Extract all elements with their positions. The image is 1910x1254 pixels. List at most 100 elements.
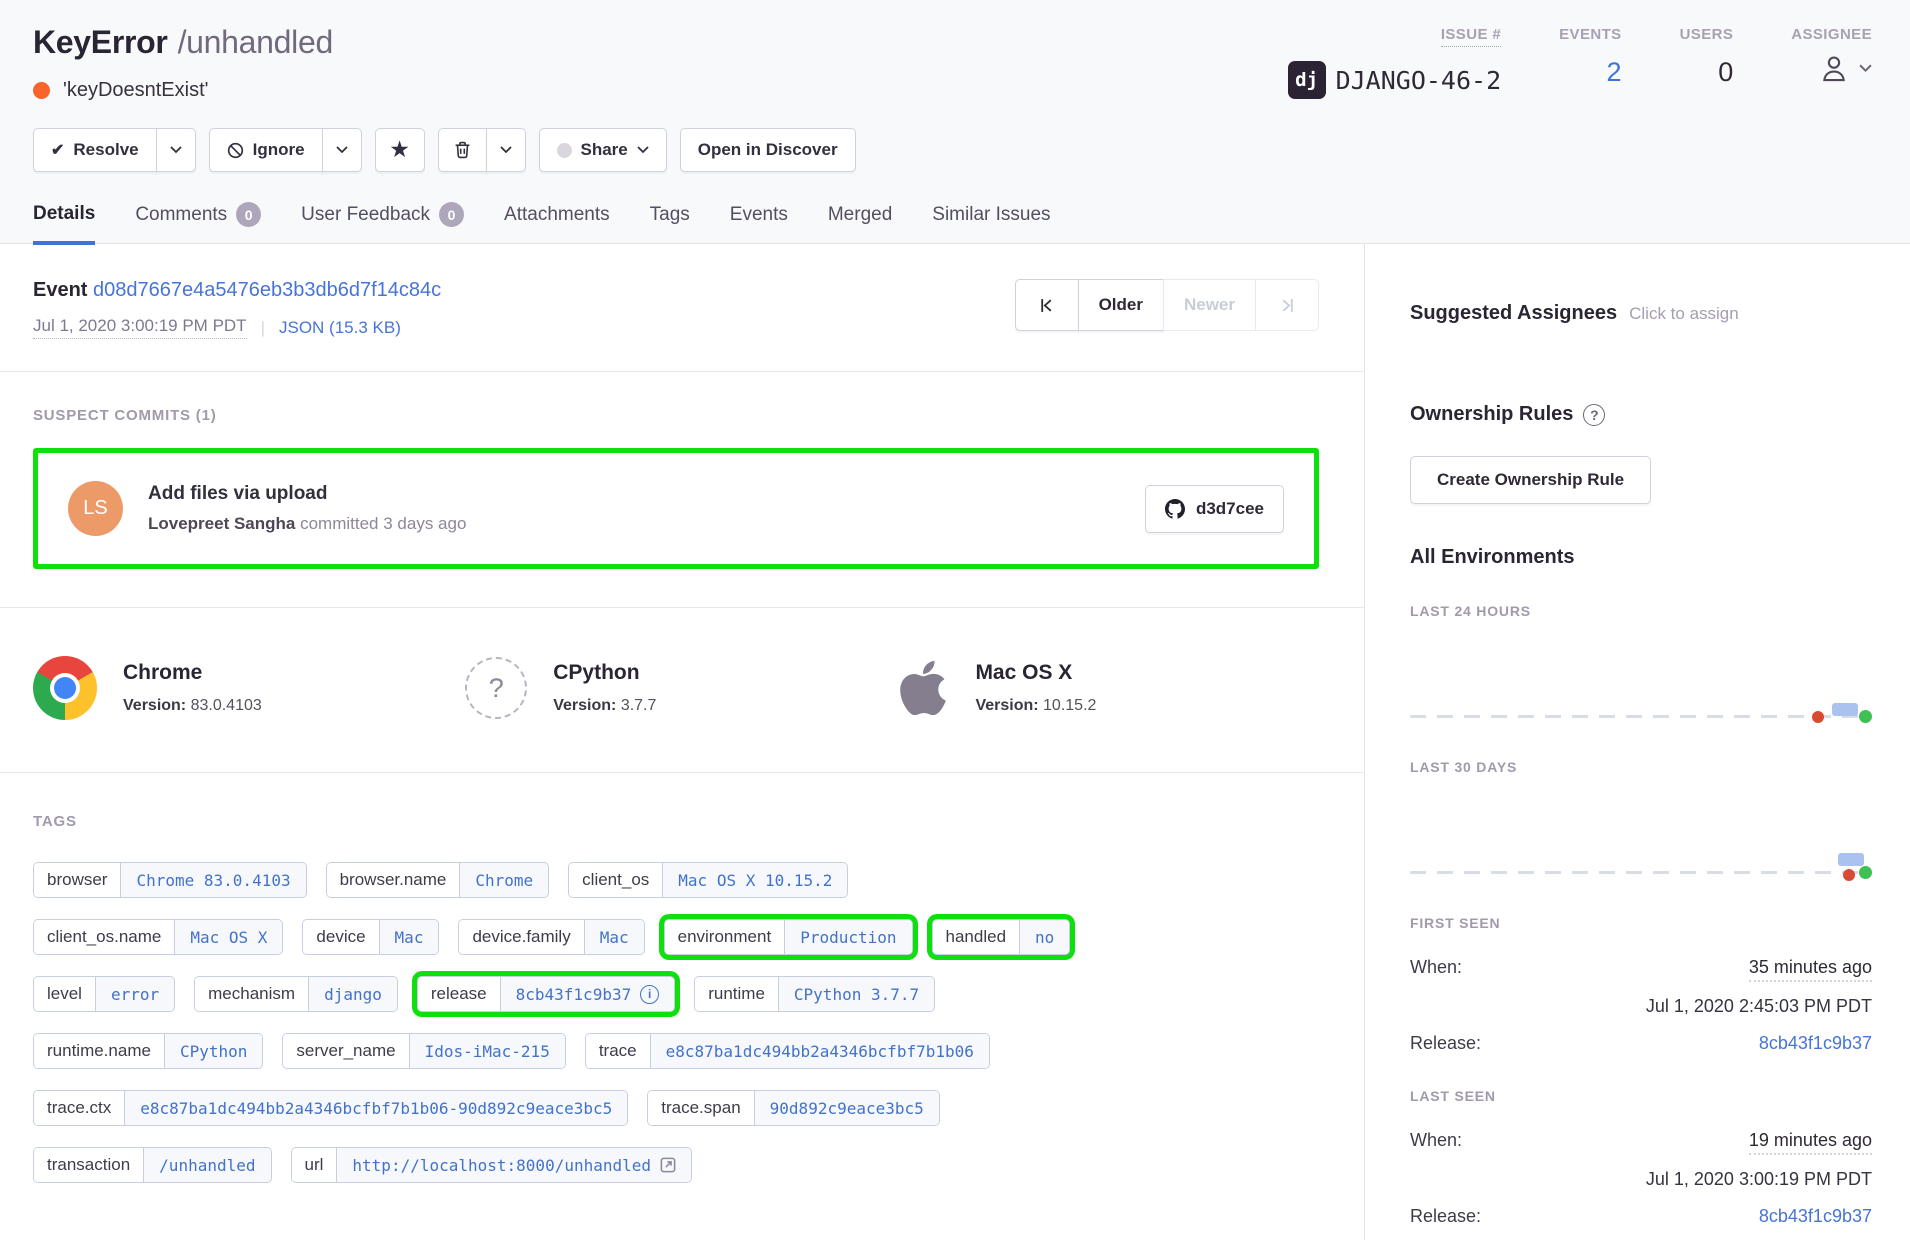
events-count[interactable]: 2: [1607, 57, 1622, 88]
ignore-button-group: Ignore: [209, 128, 362, 172]
event-json-link[interactable]: JSON (15.3 KB): [279, 318, 401, 338]
events-label: EVENTS: [1559, 26, 1621, 43]
tag-value[interactable]: 90d892c9eace3bc5: [755, 1091, 939, 1125]
tag-value[interactable]: /unhandled: [144, 1148, 270, 1182]
commit-title: Add files via upload: [148, 483, 1145, 505]
last-seen-absolute: Jul 1, 2020 3:00:19 PM PDT: [1410, 1169, 1872, 1190]
sparkline-baseline: [1410, 715, 1872, 718]
newer-event-button[interactable]: Newer: [1163, 279, 1256, 331]
tag-row: runtime.nameCPython server_nameIdos-iMac…: [33, 1033, 1331, 1069]
tab-details[interactable]: Details: [33, 202, 95, 245]
help-question-icon[interactable]: ?: [1583, 404, 1605, 426]
feedback-count-badge: 0: [439, 202, 464, 227]
last-30-days-sparkline[interactable]: [1410, 861, 1872, 883]
tab-label: Events: [730, 204, 788, 226]
suggested-assignees-header: Suggested Assignees Click to assign: [1410, 302, 1872, 325]
context-name: CPython: [553, 661, 656, 685]
tag-environment: environmentProduction: [664, 919, 913, 955]
stat-issue: ISSUE # dj DJANGO-46-2: [1288, 26, 1502, 102]
tab-comments[interactable]: Comments0: [135, 202, 261, 243]
tag-value[interactable]: Idos-iMac-215: [410, 1034, 565, 1068]
version-value: 83.0.4103: [191, 697, 262, 714]
tag-value[interactable]: CPython 3.7.7: [779, 977, 934, 1011]
check-icon: ✔: [51, 140, 64, 160]
resolve-label: Resolve: [73, 140, 138, 160]
assignee-selector[interactable]: [1817, 51, 1872, 85]
tag-value[interactable]: Production: [785, 920, 911, 954]
issue-message: 'keyDoesntExist': [33, 79, 333, 102]
tag-release: release8cb43f1c9b37i: [417, 976, 675, 1012]
tag-value[interactable]: django: [309, 977, 397, 1011]
older-event-button[interactable]: Older: [1078, 279, 1164, 331]
event-label: Event: [33, 279, 87, 301]
first-seen-label: FIRST SEEN: [1410, 915, 1872, 931]
tag-key: trace: [586, 1034, 651, 1068]
issue-tabs: Details Comments0 User Feedback0 Attachm…: [0, 172, 1910, 244]
tab-attachments[interactable]: Attachments: [504, 202, 610, 243]
tag-value[interactable]: no: [1020, 920, 1069, 954]
tab-similar-issues[interactable]: Similar Issues: [932, 202, 1050, 243]
tab-user-feedback[interactable]: User Feedback0: [301, 202, 464, 243]
event-title: Event d08d7667e4a5476eb3b3db6d7f14c84c: [33, 279, 441, 302]
commit-author: Lovepreet Sangha: [148, 514, 295, 533]
tag-key: url: [292, 1148, 338, 1182]
external-link-icon[interactable]: [660, 1157, 676, 1173]
issue-number-label: ISSUE #: [1441, 26, 1501, 47]
tag-value[interactable]: http://localhost:8000/unhandled: [337, 1148, 691, 1182]
bookmark-star-button[interactable]: ★: [375, 128, 425, 172]
tag-value[interactable]: Chrome: [460, 863, 548, 897]
tag-value[interactable]: Mac: [585, 920, 644, 954]
version-value: 3.7.7: [621, 697, 657, 714]
first-seen-release-link[interactable]: 8cb43f1c9b37: [1759, 1033, 1872, 1054]
last-24-hours-sparkline[interactable]: [1410, 705, 1872, 727]
ignore-dropdown-button[interactable]: [322, 128, 362, 172]
tag-value[interactable]: CPython: [165, 1034, 262, 1068]
share-status-icon: [557, 143, 572, 158]
chevron-down-icon: [500, 146, 512, 154]
tab-tags[interactable]: Tags: [650, 202, 690, 243]
info-icon[interactable]: i: [640, 985, 659, 1004]
delete-button[interactable]: [438, 128, 487, 172]
share-button[interactable]: Share: [539, 128, 667, 172]
tag-value[interactable]: Chrome 83.0.4103: [121, 863, 305, 897]
tab-merged[interactable]: Merged: [828, 202, 892, 243]
stat-users: USERS 0: [1680, 26, 1734, 102]
tag-value[interactable]: e8c87ba1dc494bb2a4346bcfbf7b1b06-90d892c…: [125, 1091, 627, 1125]
action-bar: ✔ Resolve Ignore ★: [0, 102, 1910, 172]
tag-key: handled: [933, 920, 1021, 954]
meta-separator: |: [261, 318, 265, 338]
tag-value[interactable]: Mac OS X: [175, 920, 282, 954]
create-ownership-rule-button[interactable]: Create Ownership Rule: [1410, 456, 1651, 504]
open-in-discover-button[interactable]: Open in Discover: [680, 128, 856, 172]
event-marker-blue: [1838, 853, 1864, 866]
commit-sha-button[interactable]: d3d7cee: [1145, 485, 1284, 533]
issue-number-value[interactable]: dj DJANGO-46-2: [1288, 61, 1502, 99]
last-seen-release-link[interactable]: 8cb43f1c9b37: [1759, 1206, 1872, 1227]
tag-value-text: http://localhost:8000/unhandled: [352, 1156, 651, 1175]
tag-value[interactable]: e8c87ba1dc494bb2a4346bcfbf7b1b06: [651, 1034, 989, 1068]
tags-section: TAGS browserChrome 83.0.4103 browser.nam…: [0, 773, 1364, 1183]
error-level-dot-icon: [33, 82, 50, 99]
commit-meta: committed 3 days ago: [295, 514, 466, 533]
ban-icon: [227, 142, 244, 159]
event-id-link[interactable]: d08d7667e4a5476eb3b3db6d7f14c84c: [93, 279, 441, 301]
users-count[interactable]: 0: [1718, 57, 1733, 88]
sparkline-baseline: [1410, 871, 1872, 874]
tag-row: transaction/unhandled urlhttp://localhos…: [33, 1147, 1331, 1183]
version-value: 10.15.2: [1043, 697, 1096, 714]
ignore-button[interactable]: Ignore: [209, 128, 323, 172]
context-version: Version: 83.0.4103: [123, 697, 262, 715]
unknown-runtime-icon: ?: [465, 657, 527, 719]
tag-value[interactable]: 8cb43f1c9b37i: [501, 977, 675, 1011]
tag-client-os: client_osMac OS X 10.15.2: [568, 862, 848, 898]
oldest-event-button[interactable]: [1015, 279, 1079, 331]
tag-value[interactable]: Mac OS X 10.15.2: [663, 863, 847, 897]
delete-dropdown-button[interactable]: [486, 128, 526, 172]
tag-value[interactable]: error: [96, 977, 174, 1011]
resolve-dropdown-button[interactable]: [156, 128, 196, 172]
tag-value[interactable]: Mac: [380, 920, 439, 954]
newest-event-button[interactable]: [1255, 279, 1319, 331]
tag-row: trace.ctxe8c87ba1dc494bb2a4346bcfbf7b1b0…: [33, 1090, 1331, 1126]
tab-events[interactable]: Events: [730, 202, 788, 243]
resolve-button[interactable]: ✔ Resolve: [33, 128, 157, 172]
